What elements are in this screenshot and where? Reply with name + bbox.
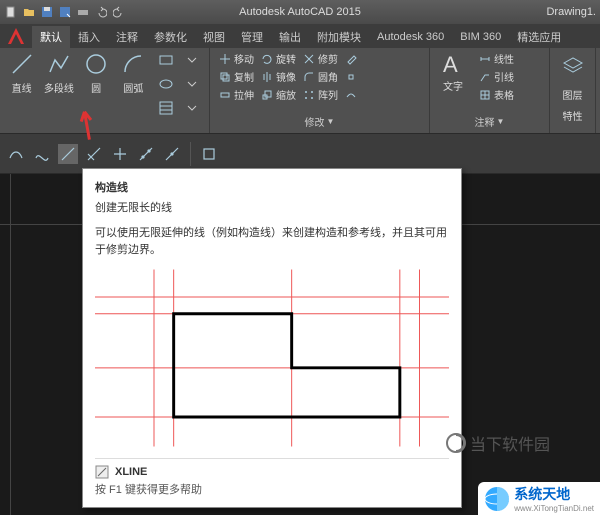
erase-icon <box>344 52 358 66</box>
region-icon[interactable] <box>199 144 219 164</box>
tab-bim360[interactable]: BIM 360 <box>452 26 509 48</box>
modify-panel-title[interactable]: 修改▼ <box>216 112 423 131</box>
circle-icon <box>82 50 110 78</box>
tab-annotate[interactable]: 注释 <box>108 26 146 48</box>
qat-undo-icon[interactable] <box>94 5 108 19</box>
polyline-icon <box>45 50 73 78</box>
array-icon <box>302 88 316 102</box>
chevron-down-icon: ▼ <box>327 117 335 126</box>
draw-mini-tools <box>155 50 203 118</box>
text-tool[interactable]: A 文字 <box>436 50 470 93</box>
tab-a360[interactable]: Autodesk 360 <box>369 26 452 48</box>
scale-button[interactable]: 缩放 <box>258 86 298 103</box>
dropdown-icon[interactable] <box>181 74 203 94</box>
qat-redo-icon[interactable] <box>112 5 126 19</box>
qat-new-icon[interactable] <box>4 5 18 19</box>
svg-text:A: A <box>443 52 458 77</box>
fillet-icon <box>302 70 316 84</box>
modify-panel: 移动 旋转 修剪 复制 镜像 圆角 拉伸 缩放 阵列 修改▼ <box>210 48 430 133</box>
spline-cv-icon[interactable] <box>32 144 52 164</box>
watermark-1: 当下软件园 <box>446 431 550 455</box>
tooltip-command: XLINE <box>95 458 449 479</box>
divider <box>190 142 191 166</box>
tab-featured[interactable]: 精选应用 <box>509 26 569 48</box>
explode-button[interactable] <box>342 69 360 85</box>
linear-dim-button[interactable]: 线性 <box>476 50 516 67</box>
offset-icon <box>344 88 358 102</box>
table-button[interactable]: 表格 <box>476 86 516 103</box>
copy-icon <box>218 70 232 84</box>
ellipse-icon[interactable] <box>155 74 177 94</box>
tab-insert[interactable]: 插入 <box>70 26 108 48</box>
qat-save-icon[interactable] <box>40 5 54 19</box>
mirror-button[interactable]: 镜像 <box>258 68 298 85</box>
scale-icon <box>260 88 274 102</box>
tooltip-subtitle: 创建无限长的线 <box>95 199 449 215</box>
chevron-down-icon: ▼ <box>497 117 505 126</box>
qat-plot-icon[interactable] <box>76 5 90 19</box>
measure-icon[interactable] <box>162 144 182 164</box>
leader-button[interactable]: 引线 <box>476 68 516 85</box>
app-logo-icon[interactable] <box>0 24 32 48</box>
arc-tool[interactable]: 圆弧 <box>118 50 149 95</box>
rotate-icon <box>260 52 274 66</box>
command-icon <box>95 465 109 479</box>
tab-view[interactable]: 视图 <box>195 26 233 48</box>
arc-icon <box>119 50 147 78</box>
hatch-icon[interactable] <box>155 98 177 118</box>
table-icon <box>478 88 492 102</box>
trim-icon <box>302 52 316 66</box>
explode-icon <box>344 70 358 84</box>
circle-tool[interactable]: 圆 <box>81 50 112 95</box>
copy-button[interactable]: 复制 <box>216 68 256 85</box>
mirror-icon <box>260 70 274 84</box>
tab-manage[interactable]: 管理 <box>233 26 271 48</box>
rectangle-icon[interactable] <box>155 50 177 70</box>
drawing-name: Drawing1. <box>546 6 596 18</box>
tooltip-title: 构造线 <box>95 179 449 195</box>
tab-parametric[interactable]: 参数化 <box>146 26 195 48</box>
erase-button[interactable] <box>342 51 360 67</box>
tab-default[interactable]: 默认 <box>32 26 70 48</box>
qat-saveas-icon[interactable] <box>58 5 72 19</box>
layer-panel: 图层 特性 <box>550 48 596 133</box>
fillet-button[interactable]: 圆角 <box>300 68 340 85</box>
spline-icon[interactable] <box>6 144 26 164</box>
title-bar: Autodesk AutoCAD 2015 Drawing1. <box>0 0 600 24</box>
stretch-icon <box>218 88 232 102</box>
watermark-2: 系统天地 www.XiTongTianDi.net <box>478 482 600 515</box>
app-title: Autodesk AutoCAD 2015 <box>239 6 361 18</box>
qat-open-icon[interactable] <box>22 5 36 19</box>
stretch-button[interactable]: 拉伸 <box>216 86 256 103</box>
tooltip: 构造线 创建无限长的线 可以使用无限延伸的线（例如构造线）来创建构造和参考线，并… <box>82 168 462 508</box>
move-button[interactable]: 移动 <box>216 50 256 67</box>
tab-addins[interactable]: 附加模块 <box>309 26 369 48</box>
dropdown-icon[interactable] <box>181 98 203 118</box>
rotate-button[interactable]: 旋转 <box>258 50 298 67</box>
annotation-panel: A 文字 线性 引线 表格 注释▼ <box>430 48 550 133</box>
tooltip-f1-hint: 按 F1 键获得更多帮助 <box>95 481 449 497</box>
divide-icon[interactable] <box>136 144 156 164</box>
layer-props-icon[interactable] <box>560 50 586 81</box>
leader-icon <box>478 70 492 84</box>
tab-output[interactable]: 输出 <box>271 26 309 48</box>
line-tool[interactable]: 直线 <box>6 50 37 95</box>
move-icon <box>218 52 232 66</box>
array-button[interactable]: 阵列 <box>300 86 340 103</box>
line-icon <box>8 50 36 78</box>
tooltip-figure <box>95 268 449 448</box>
dropdown-icon[interactable] <box>181 50 203 70</box>
tab-strip: 默认 插入 注释 参数化 视图 管理 输出 附加模块 Autodesk 360 … <box>0 24 600 48</box>
tooltip-description: 可以使用无限延伸的线（例如构造线）来创建构造和参考线，并且其可用于修剪边界。 <box>95 225 449 258</box>
trim-button[interactable]: 修剪 <box>300 50 340 67</box>
linear-icon <box>478 52 492 66</box>
offset-button[interactable] <box>342 87 360 103</box>
annotation-panel-title[interactable]: 注释▼ <box>436 112 543 131</box>
point-icon[interactable] <box>110 144 130 164</box>
polyline-tool[interactable]: 多段线 <box>43 50 74 95</box>
